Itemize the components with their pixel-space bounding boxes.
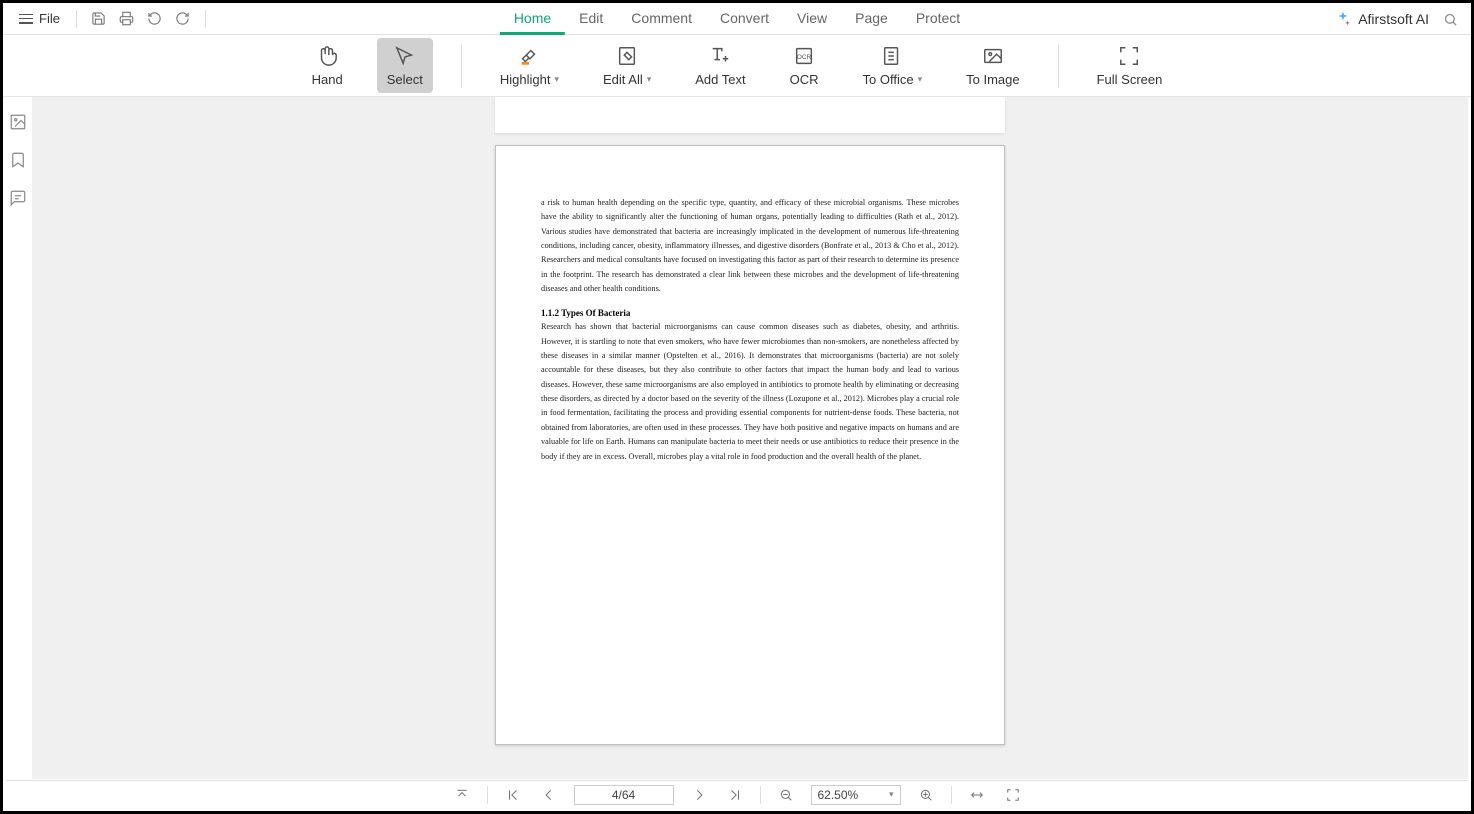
fit-width-icon[interactable] [966,784,988,806]
zoom-in-icon[interactable] [915,784,937,806]
next-page-icon[interactable] [688,784,710,806]
page-number-input[interactable] [574,785,674,805]
hand-label: Hand [312,72,343,87]
divider [487,786,488,804]
ai-label: Afirstsoft AI [1358,11,1429,27]
sparkle-icon [1334,10,1352,28]
prev-page-icon[interactable] [538,784,560,806]
menu-comment[interactable]: Comment [617,4,706,35]
to-image-label: To Image [966,72,1019,87]
to-office-label: To Office▾ [863,72,923,87]
chevron-down-icon: ▾ [889,789,894,800]
fullscreen-icon [1117,44,1141,68]
full-screen-label: Full Screen [1097,72,1163,87]
select-label: Select [387,72,423,87]
to-image-icon [981,44,1005,68]
document-page: a risk to human health depending on the … [495,145,1005,745]
divider [205,10,206,28]
file-label: File [39,11,60,26]
bookmarks-icon[interactable] [9,151,29,171]
print-icon[interactable] [113,6,141,32]
menu-protect[interactable]: Protect [902,4,974,35]
cursor-icon [393,44,417,68]
zoom-value: 62.50% [818,788,859,802]
menu-view[interactable]: View [783,4,841,35]
document-paragraph: a risk to human health depending on the … [541,196,959,296]
toolbar: Hand Select Highlight▾ Edit All▾ Add Tex… [3,35,1471,97]
document-viewport[interactable]: a risk to human health depending on the … [32,97,1468,779]
edit-icon [615,44,639,68]
divider [76,10,77,28]
menu-bar: Home Edit Comment Convert View Page Prot… [500,3,974,35]
top-right: Afirstsoft AI [1334,3,1461,35]
divider [951,786,952,804]
ocr-tool-button[interactable]: OCR OCR [780,38,829,93]
fit-page-icon[interactable] [1002,784,1024,806]
menu-page[interactable]: Page [841,4,902,35]
last-page-icon[interactable] [724,784,746,806]
ocr-label: OCR [790,72,819,87]
thumbnails-icon[interactable] [9,113,29,133]
left-sidebar [6,97,32,209]
document-paragraph: Research has shown that bacterial microo… [541,320,959,463]
previous-page-stub [495,97,1005,133]
redo-icon[interactable] [169,6,197,32]
menu-edit[interactable]: Edit [565,4,617,35]
comments-icon[interactable] [9,189,29,209]
chevron-down-icon: ▾ [554,74,559,85]
first-page-icon[interactable] [502,784,524,806]
chevron-down-icon: ▾ [918,74,923,85]
svg-text:OCR: OCR [797,54,812,61]
zoom-out-icon[interactable] [775,784,797,806]
zoom-level-dropdown[interactable]: 62.50% ▾ [811,785,901,805]
undo-icon[interactable] [141,6,169,32]
scroll-top-icon[interactable] [451,784,473,806]
edit-all-tool-button[interactable]: Edit All▾ [593,38,661,93]
divider [1058,44,1059,88]
ocr-icon: OCR [792,44,816,68]
highlight-tool-button[interactable]: Highlight▾ [490,38,569,93]
file-menu-button[interactable]: File [11,7,68,30]
divider [461,44,462,88]
add-text-label: Add Text [695,72,745,87]
document-heading: 1.1.2 Types Of Bacteria [541,308,959,318]
hamburger-icon [19,14,33,24]
edit-all-label: Edit All▾ [603,72,651,87]
to-office-icon [880,44,904,68]
bottom-bar: 62.50% ▾ [6,780,1468,808]
hand-icon [315,44,339,68]
highlighter-icon [517,44,541,68]
to-office-tool-button[interactable]: To Office▾ [853,38,933,93]
hand-tool-button[interactable]: Hand [302,38,353,93]
add-text-icon [708,44,732,68]
divider [760,786,761,804]
full-screen-tool-button[interactable]: Full Screen [1087,38,1173,93]
menu-home[interactable]: Home [500,4,565,35]
save-icon[interactable] [85,6,113,32]
menu-convert[interactable]: Convert [706,4,783,35]
to-image-tool-button[interactable]: To Image [956,38,1029,93]
afirstsoft-ai-button[interactable]: Afirstsoft AI [1334,10,1429,28]
search-icon[interactable] [1439,8,1461,30]
chevron-down-icon: ▾ [647,74,652,85]
highlight-label: Highlight▾ [500,72,559,87]
select-tool-button[interactable]: Select [377,38,433,93]
add-text-tool-button[interactable]: Add Text [685,38,755,93]
